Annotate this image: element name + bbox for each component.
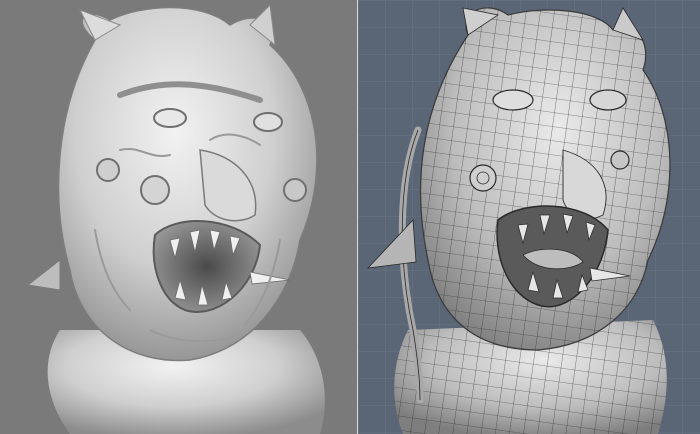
- app-workspace: [0, 0, 700, 434]
- mesh-cheek-bulb-right: [610, 150, 630, 170]
- sculpt-cheek-bulb-right: [283, 178, 307, 202]
- sculpt-eye-left: [153, 108, 187, 128]
- viewport-right-wireframe[interactable]: [358, 0, 700, 434]
- wireframe-render: [358, 0, 700, 434]
- mesh-eye-left: [492, 89, 534, 111]
- mesh-eye-right: [589, 89, 627, 111]
- sculpt-cheek-bulb-left-outer: [96, 158, 120, 182]
- sculpt-render: [26, 3, 325, 434]
- sculpt-eye-right: [253, 112, 283, 132]
- mesh-cheek-bulb-left: [469, 164, 497, 192]
- sculpt-cheek-bulb-left: [140, 175, 170, 205]
- sculpt-fin: [26, 258, 61, 291]
- viewport-left-sculpt[interactable]: [0, 0, 358, 434]
